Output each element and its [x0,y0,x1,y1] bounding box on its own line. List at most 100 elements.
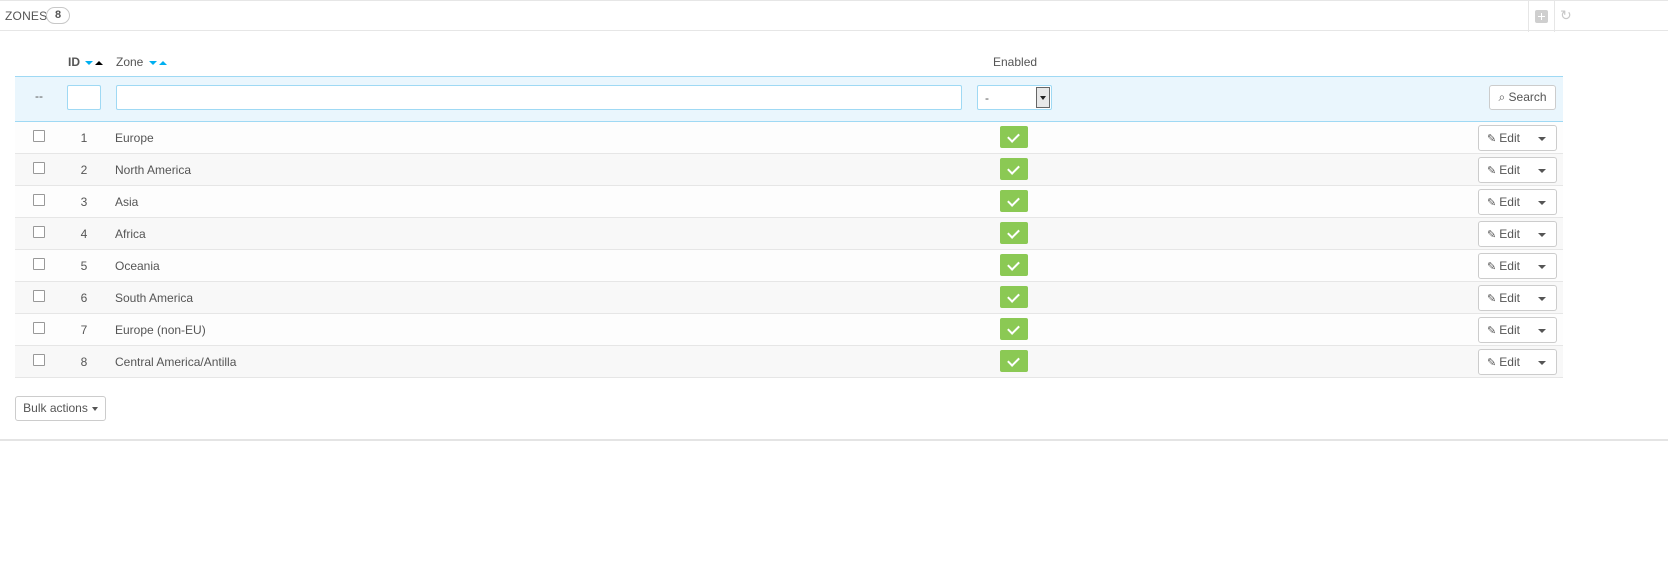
row-zone-name: Africa [115,227,146,241]
filter-enabled-value: - [985,91,989,105]
panel-heading: ZONES 8 ↻ [0,0,1668,32]
edit-button[interactable]: ✎ Edit [1478,189,1529,215]
edit-button[interactable]: ✎ Edit [1478,157,1529,183]
enabled-check-icon[interactable] [1000,190,1028,212]
edit-button-label: Edit [1499,163,1520,177]
edit-button[interactable]: ✎ Edit [1478,349,1529,375]
count-badge: 8 [46,7,70,24]
row-actions-dropdown-button[interactable] [1528,125,1557,151]
search-icon: ⌕ [1498,90,1506,104]
row-actions-dropdown-button[interactable] [1528,253,1557,279]
row-zone-name: Oceania [115,259,160,273]
row-id: 4 [80,227,88,241]
table-row: 2 North America ✎ Edit [15,154,1563,186]
row-checkbox[interactable] [33,290,45,302]
table-row: 6 South America ✎ Edit [15,282,1563,314]
filter-enabled-select[interactable]: - [977,85,1052,110]
refresh-icon[interactable]: ↻ [1560,8,1573,22]
row-zone-name: Asia [115,195,139,209]
row-actions-dropdown-button[interactable] [1528,349,1557,375]
column-header-id-label: ID [68,55,80,69]
column-header-id: ID [68,55,104,69]
pencil-icon: ✎ [1487,261,1497,273]
row-id: 8 [80,355,88,369]
edit-button-label: Edit [1499,259,1520,273]
row-actions-dropdown-button[interactable] [1528,221,1557,247]
table-row: 8 Central America/Antilla ✎ Edit [15,346,1563,378]
table-row: 4 Africa ✎ Edit [15,218,1563,250]
pencil-icon: ✎ [1487,229,1497,241]
pencil-icon: ✎ [1487,165,1497,177]
row-actions-dropdown-button[interactable] [1528,157,1557,183]
edit-button-label: Edit [1499,131,1520,145]
table-body: 1 Europe ✎ Edit 2 North America ✎ Edit 3 Asia ✎ Edi… [15,122,1563,378]
enabled-check-icon[interactable] [1000,254,1028,276]
search-button[interactable]: ⌕ Search [1489,85,1556,110]
pencil-icon: ✎ [1487,197,1497,209]
row-zone-name: South America [115,291,194,305]
edit-button-label: Edit [1499,227,1520,241]
sort-asc-icon[interactable] [158,60,167,65]
bulk-actions-label: Bulk actions [23,401,88,415]
row-checkbox[interactable] [33,130,45,142]
row-checkbox[interactable] [33,226,45,238]
row-id: 2 [80,163,88,177]
row-id: 5 [80,259,88,273]
zones-panel: ZONES 8 ↻ ID Zone Enabled -- - ⌕ Search … [0,0,1668,441]
edit-button[interactable]: ✎ Edit [1478,125,1529,151]
filter-placeholder-dash: -- [35,89,43,103]
enabled-check-icon[interactable] [1000,222,1028,244]
caret-down-icon [91,406,98,411]
column-header-enabled: Enabled [993,55,1038,69]
edit-button[interactable]: ✎ Edit [1478,317,1529,343]
toolbar-divider [1528,1,1529,32]
edit-button[interactable]: ✎ Edit [1478,285,1529,311]
table-row: 3 Asia ✎ Edit [15,186,1563,218]
search-button-label: Search [1508,90,1547,104]
row-checkbox[interactable] [33,162,45,174]
row-actions-dropdown-button[interactable] [1528,189,1557,215]
filter-zone-input[interactable] [116,85,962,110]
row-zone-name: Europe [115,131,154,145]
edit-button-label: Edit [1499,355,1520,369]
row-id: 7 [80,323,88,337]
panel-title: ZONES [5,9,48,23]
row-id: 1 [80,131,88,145]
table-row: 1 Europe ✎ Edit [15,122,1563,154]
edit-button[interactable]: ✎ Edit [1478,221,1529,247]
row-id: 6 [80,291,88,305]
bulk-actions-button[interactable]: Bulk actions [15,396,106,421]
enabled-check-icon[interactable] [1000,350,1028,372]
add-new-icon[interactable] [1535,10,1548,23]
edit-button[interactable]: ✎ Edit [1478,253,1529,279]
row-zone-name: North America [115,163,192,177]
pencil-icon: ✎ [1487,293,1497,305]
chevron-down-icon[interactable] [1036,87,1050,108]
filter-id-input[interactable] [67,85,101,110]
row-zone-name: Europe (non-EU) [115,323,206,337]
enabled-check-icon[interactable] [1000,318,1028,340]
enabled-check-icon[interactable] [1000,158,1028,180]
row-actions-dropdown-button[interactable] [1528,285,1557,311]
sort-asc-icon[interactable] [95,60,104,65]
pencil-icon: ✎ [1487,133,1497,145]
row-checkbox[interactable] [33,258,45,270]
enabled-check-icon[interactable] [1000,126,1028,148]
row-checkbox[interactable] [33,354,45,366]
column-header-zone: Zone [116,55,167,69]
pencil-icon: ✎ [1487,357,1497,369]
table-row: 7 Europe (non-EU) ✎ Edit [15,314,1563,346]
row-id: 3 [80,195,88,209]
row-actions-dropdown-button[interactable] [1528,317,1557,343]
column-header-zone-label: Zone [116,55,144,69]
sort-desc-icon[interactable] [85,60,94,65]
table-row: 5 Oceania ✎ Edit [15,250,1563,282]
sort-desc-icon[interactable] [148,60,157,65]
row-checkbox[interactable] [33,322,45,334]
enabled-check-icon[interactable] [1000,286,1028,308]
edit-button-label: Edit [1499,195,1520,209]
filter-row: -- - ⌕ Search [15,76,1563,122]
edit-button-label: Edit [1499,291,1520,305]
row-checkbox[interactable] [33,194,45,206]
edit-button-label: Edit [1499,323,1520,337]
